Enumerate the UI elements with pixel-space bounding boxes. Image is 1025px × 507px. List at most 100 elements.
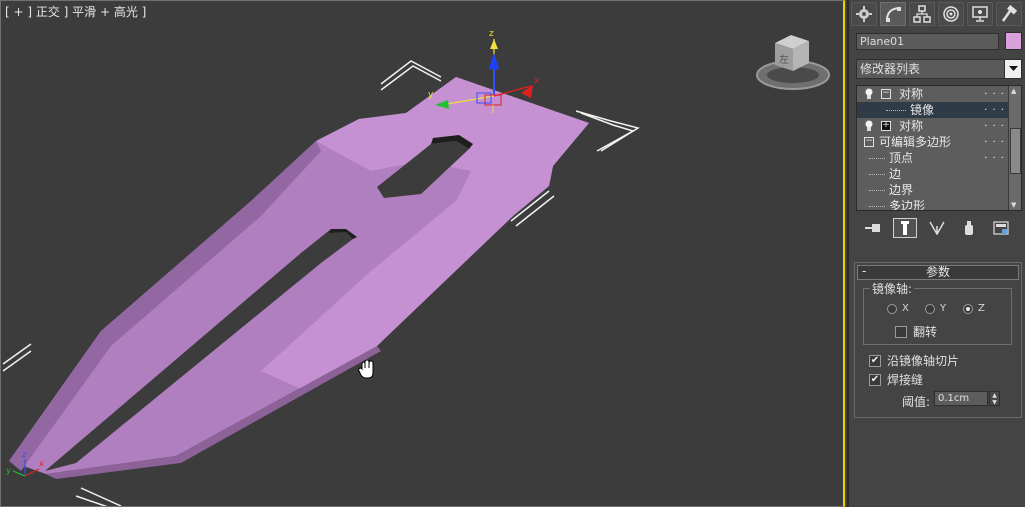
pan-hand-cursor bbox=[358, 360, 374, 379]
mirror-axis-group: 镜像轴: X Y Z 翻转 bbox=[863, 280, 1012, 345]
scroll-thumb[interactable] bbox=[1010, 128, 1021, 174]
flip-checkbox-box[interactable] bbox=[895, 325, 907, 338]
collapse-rollout-icon: - bbox=[862, 264, 867, 278]
viewcube[interactable]: 左 bbox=[753, 31, 831, 95]
stack-subobject-vertex[interactable]: 顶点 · · · bbox=[857, 150, 1021, 166]
viewport-scene[interactable]: z y x y x z bbox=[1, 1, 845, 507]
stack-item-mirror[interactable]: 镜像 · · · bbox=[857, 102, 1021, 118]
svg-text:z: z bbox=[22, 450, 26, 459]
parameters-rollout-header[interactable]: - 参数 bbox=[857, 265, 1019, 280]
hierarchy-icon bbox=[913, 5, 931, 23]
tree-line bbox=[869, 190, 885, 191]
axis-z-radio[interactable]: Z bbox=[963, 303, 985, 314]
stack-item-label: 边界 bbox=[889, 183, 914, 197]
modifier-list-dropdown[interactable]: 修改器列表 bbox=[856, 59, 1022, 79]
make-unique-icon bbox=[929, 221, 945, 235]
modify-tab[interactable] bbox=[880, 2, 906, 26]
modifier-stack[interactable]: − 对称 · · · 镜像 · · · + 对称 · · · − 可编辑多边形 … bbox=[856, 85, 1022, 211]
viewport-label-menu[interactable]: [ + ] 正交 ] 平滑 + 高光 ] bbox=[5, 3, 146, 20]
command-panel-tabs bbox=[851, 2, 1025, 28]
svg-text:z: z bbox=[489, 29, 494, 39]
slice-label: 沿镜像轴切片 bbox=[887, 354, 960, 368]
stack-toolbar bbox=[861, 218, 1021, 238]
stack-item-dots: · · · bbox=[984, 105, 1005, 116]
stack-item-label: 对称 bbox=[899, 87, 924, 101]
stack-item-dots: · · · bbox=[984, 137, 1005, 148]
stack-item-dots: · · · bbox=[984, 89, 1005, 100]
utilities-icon bbox=[1001, 5, 1018, 22]
axis-y-label: Y bbox=[940, 303, 947, 314]
command-panel: Plane01 修改器列表 − 对称 · · · 镜像 · · · + 对称 ·… bbox=[847, 0, 1025, 507]
slice-checkbox-box[interactable]: ✔ bbox=[869, 354, 881, 367]
mirror-axis-label: 镜像轴: bbox=[870, 280, 915, 297]
lightbulb-icon[interactable] bbox=[864, 120, 874, 132]
show-end-result-icon bbox=[901, 221, 910, 235]
stack-item-label: 可编辑多边形 bbox=[879, 135, 952, 149]
scroll-up-icon[interactable]: ▲ bbox=[1011, 87, 1016, 95]
display-tab[interactable] bbox=[967, 2, 993, 26]
weld-checkbox-box[interactable]: ✔ bbox=[869, 373, 881, 386]
make-unique-button[interactable] bbox=[925, 218, 949, 238]
create-icon bbox=[856, 6, 872, 22]
configure-sets-icon bbox=[993, 221, 1009, 235]
axis-y-radio[interactable]: Y bbox=[925, 303, 946, 314]
svg-text:y: y bbox=[428, 90, 434, 100]
modifier-list-label: 修改器列表 bbox=[860, 62, 921, 76]
stack-item-label: 顶点 bbox=[889, 151, 914, 165]
svg-text:x: x bbox=[39, 459, 44, 468]
motion-tab[interactable] bbox=[938, 2, 964, 26]
object-color-swatch[interactable] bbox=[1005, 32, 1022, 50]
rollout-title: 参数 bbox=[925, 265, 950, 279]
collapse-icon[interactable]: − bbox=[864, 137, 874, 147]
show-end-result-button[interactable] bbox=[892, 218, 918, 238]
stack-scrollbar[interactable]: ▲ ▼ bbox=[1008, 86, 1021, 210]
create-tab[interactable] bbox=[851, 2, 877, 26]
stack-item-dots: · · · bbox=[984, 153, 1005, 164]
threshold-input[interactable]: 0.1cm bbox=[934, 391, 988, 406]
threshold-spinner[interactable]: ▲ ▼ bbox=[989, 391, 1000, 406]
object-name-field[interactable]: Plane01 bbox=[856, 33, 999, 50]
tree-line bbox=[869, 158, 885, 159]
weld-label: 焊接缝 bbox=[887, 373, 924, 387]
stack-item-label: 边 bbox=[889, 167, 902, 181]
lightbulb-icon[interactable] bbox=[864, 88, 874, 100]
stack-item-label: 对称 bbox=[899, 119, 924, 133]
stack-item-label: 镜像 bbox=[910, 103, 935, 117]
threshold-label: 阈值: bbox=[902, 395, 931, 409]
stack-item-label: 多边形 bbox=[889, 199, 926, 211]
configure-modifier-sets-button[interactable] bbox=[989, 218, 1013, 238]
svg-text:x: x bbox=[534, 76, 540, 86]
axis-x-radio[interactable]: X bbox=[887, 303, 909, 314]
expand-icon[interactable]: + bbox=[881, 121, 891, 131]
modify-icon bbox=[886, 7, 901, 22]
stack-item-symmetry-2[interactable]: + 对称 · · · bbox=[857, 118, 1021, 134]
axis-z-label: Z bbox=[978, 303, 985, 314]
scroll-down-icon[interactable]: ▼ bbox=[1011, 201, 1016, 209]
perspective-viewport[interactable]: [ + ] 正交 ] 平滑 + 高光 ] z y x y x z 左 bbox=[0, 0, 845, 507]
stack-item-dots: · · · bbox=[984, 121, 1005, 132]
slice-along-mirror-checkbox[interactable]: ✔ 沿镜像轴切片 bbox=[869, 352, 959, 369]
stack-item-symmetry-1[interactable]: − 对称 · · · bbox=[857, 86, 1021, 102]
remove-modifier-button[interactable] bbox=[957, 218, 981, 238]
axis-x-label: X bbox=[902, 303, 909, 314]
weld-seam-checkbox[interactable]: ✔ 焊接缝 bbox=[869, 371, 923, 388]
display-icon bbox=[972, 6, 988, 22]
svg-text:左: 左 bbox=[779, 53, 789, 66]
pin-icon bbox=[864, 224, 880, 232]
trash-icon bbox=[965, 221, 974, 235]
stack-subobject-border[interactable]: 边界 bbox=[857, 182, 1021, 198]
collapse-icon[interactable]: − bbox=[881, 89, 891, 99]
tree-line bbox=[869, 174, 885, 175]
utilities-tab[interactable] bbox=[996, 2, 1022, 26]
stack-subobject-edge[interactable]: 边 bbox=[857, 166, 1021, 182]
parameters-rollout: - 参数 镜像轴: X Y Z 翻转 ✔ 沿镜像轴切片 ✔ 焊接缝 阈值: 0.… bbox=[854, 262, 1022, 418]
hierarchy-tab[interactable] bbox=[909, 2, 935, 26]
flip-checkbox[interactable]: 翻转 bbox=[895, 323, 937, 340]
flip-label: 翻转 bbox=[913, 325, 938, 339]
motion-icon bbox=[943, 6, 959, 22]
svg-text:y: y bbox=[6, 466, 11, 475]
tree-line bbox=[886, 110, 906, 111]
stack-item-editable-poly[interactable]: − 可编辑多边形 · · · bbox=[857, 134, 1021, 150]
pin-stack-button[interactable] bbox=[861, 218, 885, 238]
stack-subobject-polygon[interactable]: 多边形 bbox=[857, 198, 1021, 211]
